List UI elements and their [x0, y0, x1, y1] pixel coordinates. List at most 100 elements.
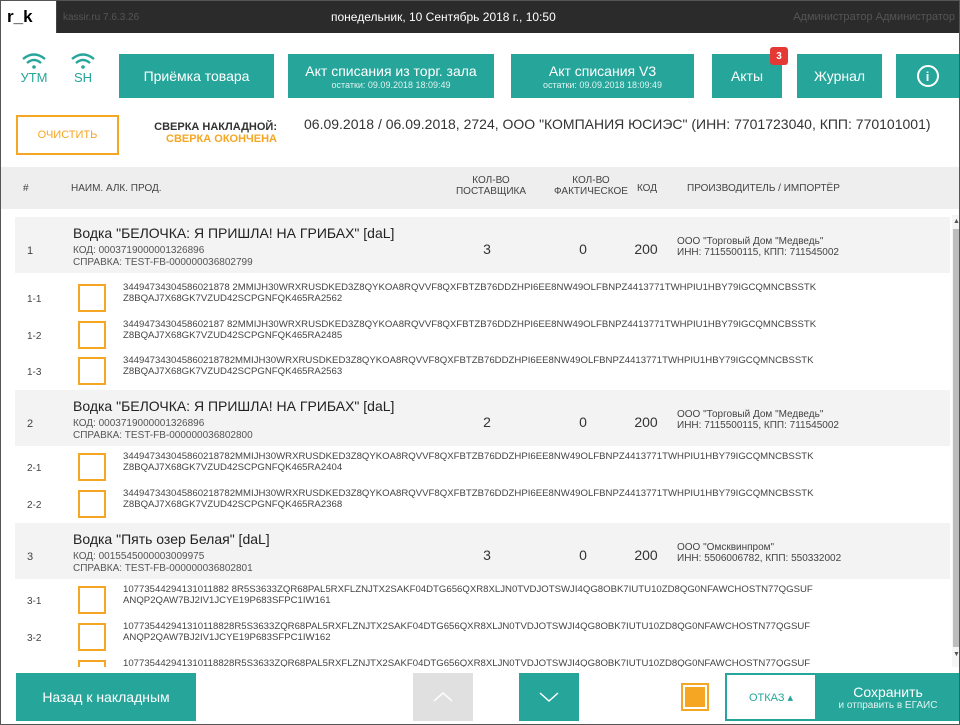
mark-code-line2: ANQP2QAW7BJ2IV1JCYE19P683SFPC1IW162	[123, 632, 331, 643]
mark-checkbox[interactable]	[78, 357, 106, 385]
qty-fact: 0	[579, 414, 587, 430]
document-info: 06.09.2018 / 06.09.2018, 2724, ООО "КОМП…	[304, 116, 931, 132]
chevron-up-icon	[433, 691, 453, 702]
mark-code: 3449473430458602187 82MMIJH30WRXRUSDKED3…	[123, 319, 951, 341]
col-num: #	[23, 183, 29, 194]
save-label: Сохранить	[853, 683, 923, 700]
mark-code: 10773544294131011882 8R5S3633ZQR68PAL5RX…	[123, 584, 951, 606]
info-icon: i	[916, 65, 939, 87]
act-v3-button[interactable]: Акт списания V3 остатки: 09.09.2018 18:0…	[511, 54, 694, 98]
table-body: 1 Водка "БЕЛОЧКА: Я ПРИШЛА! НА ГРИБАХ" […	[1, 215, 951, 667]
info-button[interactable]: i	[896, 54, 959, 98]
sub-num: 3-1	[27, 596, 42, 607]
product-code: КОД: 0015545000003009975	[73, 551, 205, 562]
mark-checkbox[interactable]	[78, 586, 106, 614]
list-item: 2-1 344947343045860218782MMIJH30WRXRUSDK…	[15, 448, 950, 486]
app-logo: r_k	[1, 1, 57, 33]
type-code: 200	[634, 241, 658, 257]
mark-code-line2: Z8BQAJ7X68GK7VZUD42SCPGNFQK465RA2368	[123, 499, 343, 510]
mark-code-line1: 10773544294131011882 8R5S3633ZQR68PAL5RX…	[123, 584, 813, 595]
sub-num: 2-1	[27, 463, 42, 474]
list-item: 1-2 3449473430458602187 82MMIJH30WRXRUSD…	[15, 316, 950, 354]
product-name: Водка "БЕЛОЧКА: Я ПРИШЛА! НА ГРИБАХ" [da…	[73, 225, 395, 241]
mark-code-line2: Z8BQAJ7X68GK7VZUD42SCPGNFQK465RA2485	[123, 330, 343, 341]
maker: ООО "Торговый Дом "Медведь" ИНН: 71155001…	[677, 236, 839, 258]
acts-button[interactable]: Акты 3	[712, 47, 788, 98]
mark-checkbox[interactable]	[78, 321, 106, 349]
act-hall-sublabel: остатки: 09.09.2018 18:09:49	[331, 79, 451, 90]
list-item: 1-3 344947343045860218782MMIJH30WRXRUSDK…	[15, 352, 950, 390]
row-num: 3	[27, 551, 34, 563]
mark-checkbox[interactable]	[78, 660, 106, 667]
scroll-up-button[interactable]	[413, 673, 473, 721]
journal-button[interactable]: Журнал	[797, 54, 882, 98]
utm-status[interactable]: УТМ	[18, 53, 50, 85]
utm-label: УТМ	[20, 70, 48, 85]
maker-inn: ИНН: 5506006782, КПП: 550332002	[677, 553, 842, 564]
sub-num: 1-3	[27, 367, 42, 378]
mark-code: 344947343045860218782MMIJH30WRXRUSDKED3Z…	[123, 355, 951, 377]
save-send-button[interactable]: Сохранить и отправить в ЕГАИС	[817, 673, 959, 721]
mark-checkbox[interactable]	[78, 623, 106, 651]
wifi-icon	[71, 53, 95, 69]
maker: ООО "Торговый Дом "Медведь" ИНН: 71155001…	[677, 409, 839, 431]
list-item: 1-1 34494734304586021878 2MMIJH30WRXRUSD…	[15, 279, 950, 317]
mark-code-line1: 107735442941310118828R5S3633ZQR68PAL5RXF…	[123, 621, 811, 632]
back-to-invoices-button[interactable]: Назад к накладным	[16, 673, 196, 721]
receive-goods-button[interactable]: Приёмка товара	[119, 54, 274, 98]
select-all-checkbox[interactable]	[681, 683, 709, 711]
datetime: понедельник, 10 Сентябрь 2018 г., 10:50	[331, 10, 556, 24]
sub-num: 3-2	[27, 633, 42, 644]
sub-num: 1-2	[27, 331, 42, 342]
qty-supplier: 3	[483, 547, 491, 563]
maker-name: ООО "Торговый Дом "Медведь"	[677, 409, 824, 420]
table-row[interactable]: 2 Водка "БЕЛОЧКА: Я ПРИШЛА! НА ГРИБАХ" […	[15, 390, 950, 446]
product-code: КОД: 0003719000001326896	[73, 418, 205, 429]
product-name: Водка "БЕЛОЧКА: Я ПРИШЛА! НА ГРИБАХ" [da…	[73, 398, 395, 414]
checkbox-fill	[685, 687, 705, 707]
list-item: 3-1 10773544294131011882 8R5S3633ZQR68PA…	[15, 581, 950, 619]
table-row[interactable]: 1 Водка "БЕЛОЧКА: Я ПРИШЛА! НА ГРИБАХ" […	[15, 217, 950, 273]
maker-inn: ИНН: 7115500115, КПП: 711545002	[677, 420, 839, 431]
act-v3-sublabel: остатки: 09.09.2018 18:09:49	[543, 79, 662, 90]
act-hall-label: Акт списания из торг. зала	[305, 62, 477, 79]
mark-code-line2: Z8BQAJ7X68GK7VZUD42SCPGNFQK465RA2404	[123, 462, 343, 473]
list-item: 3-3 107735442941310118828R5S3633ZQR68PAL…	[15, 655, 950, 667]
col-maker: ПРОИЗВОДИТЕЛЬ / ИМПОРТЁР	[687, 183, 840, 194]
row-num: 1	[27, 245, 34, 257]
mark-code: 344947343045860218782MMIJH30WRXRUSDKED3Z…	[123, 451, 951, 473]
mark-checkbox[interactable]	[78, 284, 106, 312]
sh-label: SH	[73, 70, 93, 85]
act-hall-button[interactable]: Акт списания из торг. зала остатки: 09.0…	[288, 54, 494, 98]
footer-bar: Назад к накладным ОТКАЗ ▴ Сохранить и от…	[1, 668, 959, 724]
save-sublabel: и отправить в ЕГАИС	[838, 699, 938, 711]
type-code: 200	[634, 547, 658, 563]
scroll-up-arrow-icon[interactable]: ▲	[953, 218, 959, 225]
acts-label: Акты	[730, 68, 764, 84]
qty-supplier: 2	[483, 414, 491, 430]
scroll-down-button[interactable]	[519, 673, 579, 721]
mark-checkbox[interactable]	[78, 453, 106, 481]
qty-fact: 0	[579, 547, 587, 563]
sub-num: 2-2	[27, 500, 42, 511]
journal-label: Журнал	[813, 68, 866, 84]
refuse-button[interactable]: ОТКАЗ ▴	[725, 673, 817, 721]
mark-checkbox[interactable]	[78, 490, 106, 518]
mark-code-line1: 344947343045860218782MMIJH30WRXRUSDKED3Z…	[123, 451, 814, 462]
user-name: Администратор Администратор	[793, 11, 955, 23]
row-num: 2	[27, 418, 34, 430]
type-code: 200	[634, 414, 658, 430]
sh-status[interactable]: SH	[67, 53, 99, 85]
wifi-icon	[22, 53, 46, 69]
act-v3-label: Акт списания V3	[548, 62, 657, 79]
check-status-value: СВЕРКА ОКОНЧЕНА	[166, 133, 277, 145]
qty-supplier: 3	[483, 241, 491, 257]
product-ref: СПРАВКА: TEST-FB-000000036802800	[73, 430, 253, 441]
scroll-down-arrow-icon[interactable]: ▼	[953, 651, 959, 658]
maker-name: ООО "Торговый Дом "Медведь"	[677, 236, 824, 247]
clear-button[interactable]: ОЧИСТИТЬ	[16, 115, 119, 155]
table-row[interactable]: 3 Водка "Пять озер Белая" [daL] КОД: 001…	[15, 523, 950, 579]
scrollbar-thumb[interactable]	[953, 229, 959, 647]
mark-code: 107735442941310118828R5S3633ZQR68PAL5RXF…	[123, 658, 951, 667]
maker: ООО "Омсквинпром" ИНН: 5506006782, КПП: 5…	[677, 542, 841, 564]
